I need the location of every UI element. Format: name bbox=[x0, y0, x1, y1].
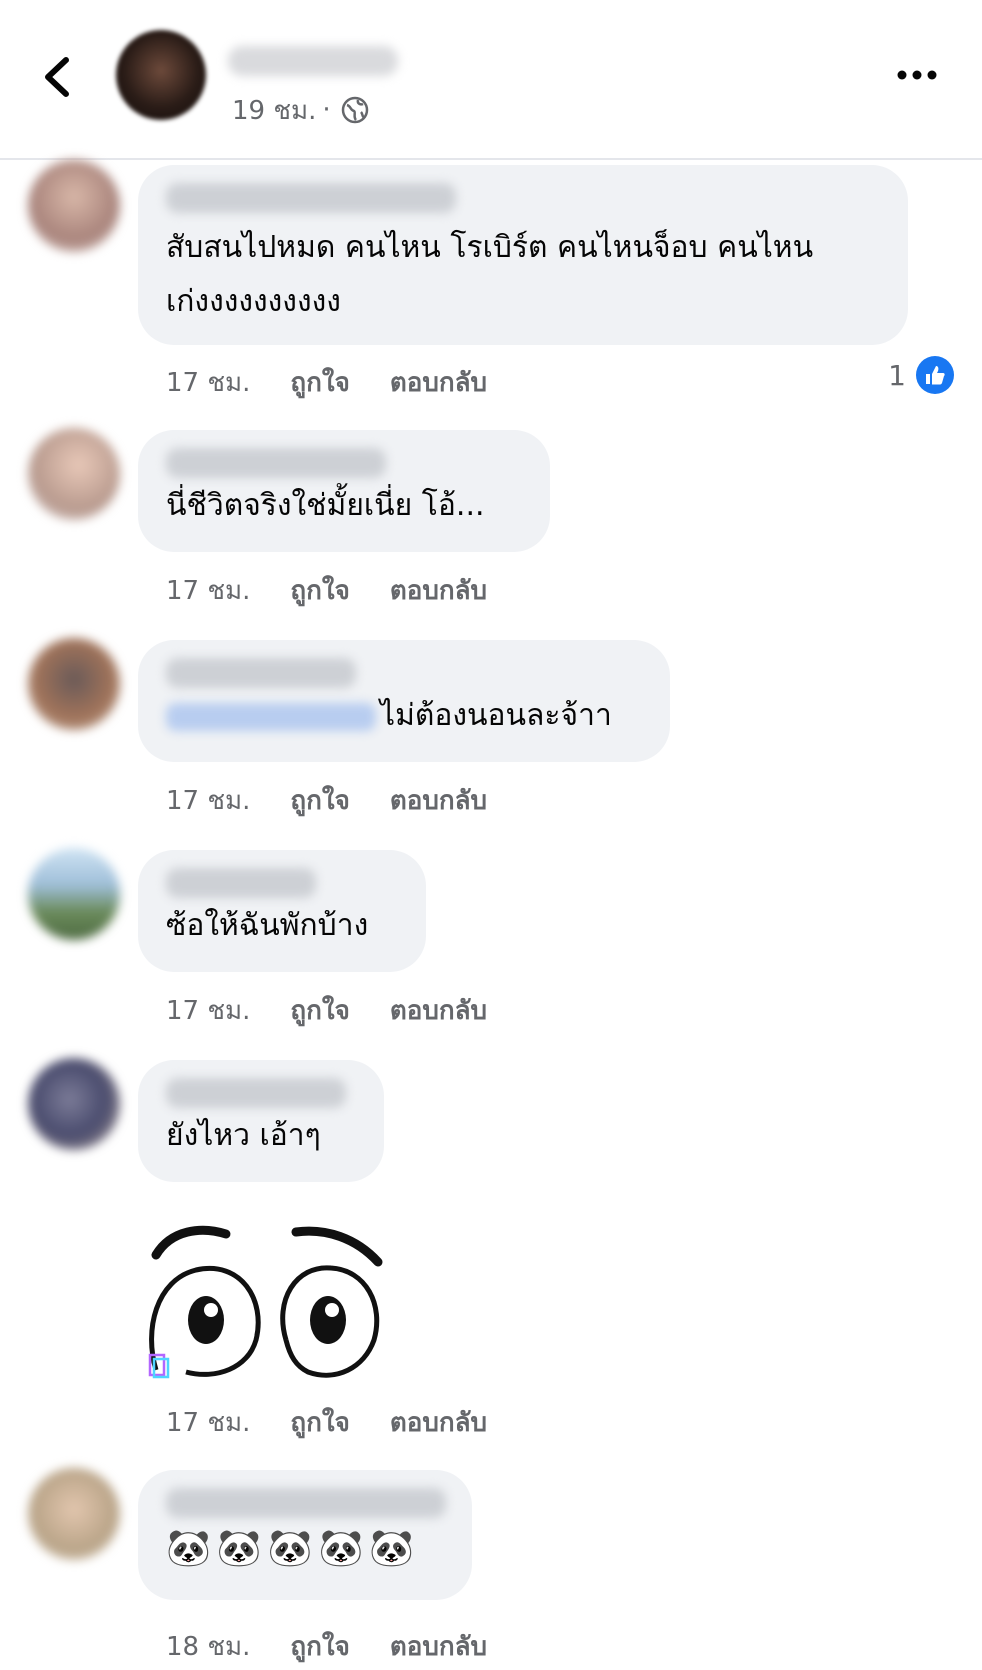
reaction-count: 1 bbox=[888, 358, 906, 392]
mention-tag-blurred[interactable] bbox=[166, 702, 376, 731]
comment-bubble: สับสนไปหมด คนไหน โรเบิร์ต คนไหนจ็อบ คนไห… bbox=[138, 165, 908, 345]
commenter-avatar[interactable] bbox=[28, 428, 120, 520]
commenter-avatar[interactable] bbox=[28, 848, 120, 940]
post-meta: 19 ชม. · bbox=[232, 92, 369, 128]
comment-time[interactable]: 18 ชม. bbox=[166, 1626, 250, 1667]
back-button[interactable] bbox=[38, 52, 78, 102]
commenter-avatar[interactable] bbox=[28, 638, 120, 730]
reply-button[interactable]: ตอบกลับ bbox=[390, 1402, 487, 1443]
chevron-left-icon bbox=[45, 57, 69, 97]
commenter-name-blurred[interactable] bbox=[166, 448, 386, 478]
commenter-name-blurred[interactable] bbox=[166, 183, 456, 213]
comment-bubble: ไม่ต้องนอนละจ้าา bbox=[138, 640, 670, 762]
like-button[interactable]: ถูกใจ bbox=[290, 362, 349, 403]
comment-time[interactable]: 17 ชม. bbox=[166, 570, 250, 611]
comment-actions: 17 ชม. ถูกใจ ตอบกลับ bbox=[166, 362, 487, 403]
comment-actions: 18 ชม. ถูกใจ ตอบกลับ bbox=[166, 1626, 487, 1667]
comment-bubble: ซ้อให้ฉันพักบ้าง bbox=[138, 850, 426, 972]
post-header: 19 ชม. · bbox=[0, 0, 982, 160]
comment-text: ยังไหว เอ้าๆ bbox=[166, 1118, 321, 1153]
wide-eyes-sticker[interactable] bbox=[146, 1220, 396, 1380]
more-dots-icon bbox=[897, 70, 937, 80]
comment-text: นี่ชีวิตจริงใช่มั้ยเนี่ย โอ้... bbox=[166, 488, 485, 523]
like-button[interactable]: ถูกใจ bbox=[290, 780, 349, 821]
post-time: 19 ชม. bbox=[232, 95, 317, 126]
reply-button[interactable]: ตอบกลับ bbox=[390, 780, 487, 821]
comment-text-line: ไม่ต้องนอนละจ้าา bbox=[166, 696, 642, 736]
comment-emoji-text: 🐼🐼🐼🐼🐼 bbox=[166, 1528, 421, 1569]
reply-button[interactable]: ตอบกลับ bbox=[390, 990, 487, 1031]
reply-button[interactable]: ตอบกลับ bbox=[390, 570, 487, 611]
commenter-avatar[interactable] bbox=[28, 1468, 120, 1560]
comment-time[interactable]: 17 ชม. bbox=[166, 362, 250, 403]
author-avatar[interactable] bbox=[116, 30, 206, 120]
comment-bubble: 🐼🐼🐼🐼🐼 bbox=[138, 1470, 472, 1600]
reply-button[interactable]: ตอบกลับ bbox=[390, 1626, 487, 1667]
author-name-blurred[interactable] bbox=[228, 46, 398, 76]
reply-button[interactable]: ตอบกลับ bbox=[390, 362, 487, 403]
comment-actions: 17 ชม. ถูกใจ ตอบกลับ bbox=[166, 780, 487, 821]
comment-time[interactable]: 17 ชม. bbox=[166, 990, 250, 1031]
globe-icon bbox=[341, 96, 368, 124]
commenter-avatar[interactable] bbox=[28, 160, 120, 252]
commenter-name-blurred[interactable] bbox=[166, 868, 316, 898]
comment-bubble: ยังไหว เอ้าๆ bbox=[138, 1060, 384, 1182]
comment-text: ซ้อให้ฉันพักบ้าง bbox=[166, 908, 369, 943]
commenter-name-blurred[interactable] bbox=[166, 658, 356, 688]
reaction-summary[interactable]: 1 bbox=[888, 356, 954, 394]
meta-separator: · bbox=[322, 95, 331, 125]
comment-actions: 17 ชม. ถูกใจ ตอบกลับ bbox=[166, 990, 487, 1031]
like-button[interactable]: ถูกใจ bbox=[290, 570, 349, 611]
commenter-name-blurred[interactable] bbox=[166, 1078, 346, 1108]
like-button[interactable]: ถูกใจ bbox=[290, 1626, 349, 1667]
like-button[interactable]: ถูกใจ bbox=[290, 1402, 349, 1443]
comment-text: ไม่ต้องนอนละจ้าา bbox=[380, 698, 612, 733]
comment-text: สับสนไปหมด คนไหน โรเบิร์ต คนไหนจ็อบ คนไห… bbox=[166, 230, 814, 319]
more-options-button[interactable] bbox=[894, 58, 940, 92]
like-button[interactable]: ถูกใจ bbox=[290, 990, 349, 1031]
commenter-name-blurred[interactable] bbox=[166, 1488, 446, 1518]
thumbs-up-icon bbox=[916, 356, 954, 394]
comment-time[interactable]: 17 ชม. bbox=[166, 1402, 250, 1443]
commenter-avatar[interactable] bbox=[28, 1058, 120, 1150]
comment-bubble: นี่ชีวิตจริงใช่มั้ยเนี่ย โอ้... bbox=[138, 430, 550, 552]
comment-time[interactable]: 17 ชม. bbox=[166, 780, 250, 821]
comment-actions: 17 ชม. ถูกใจ ตอบกลับ bbox=[166, 1402, 487, 1443]
comment-actions: 17 ชม. ถูกใจ ตอบกลับ bbox=[166, 570, 487, 611]
